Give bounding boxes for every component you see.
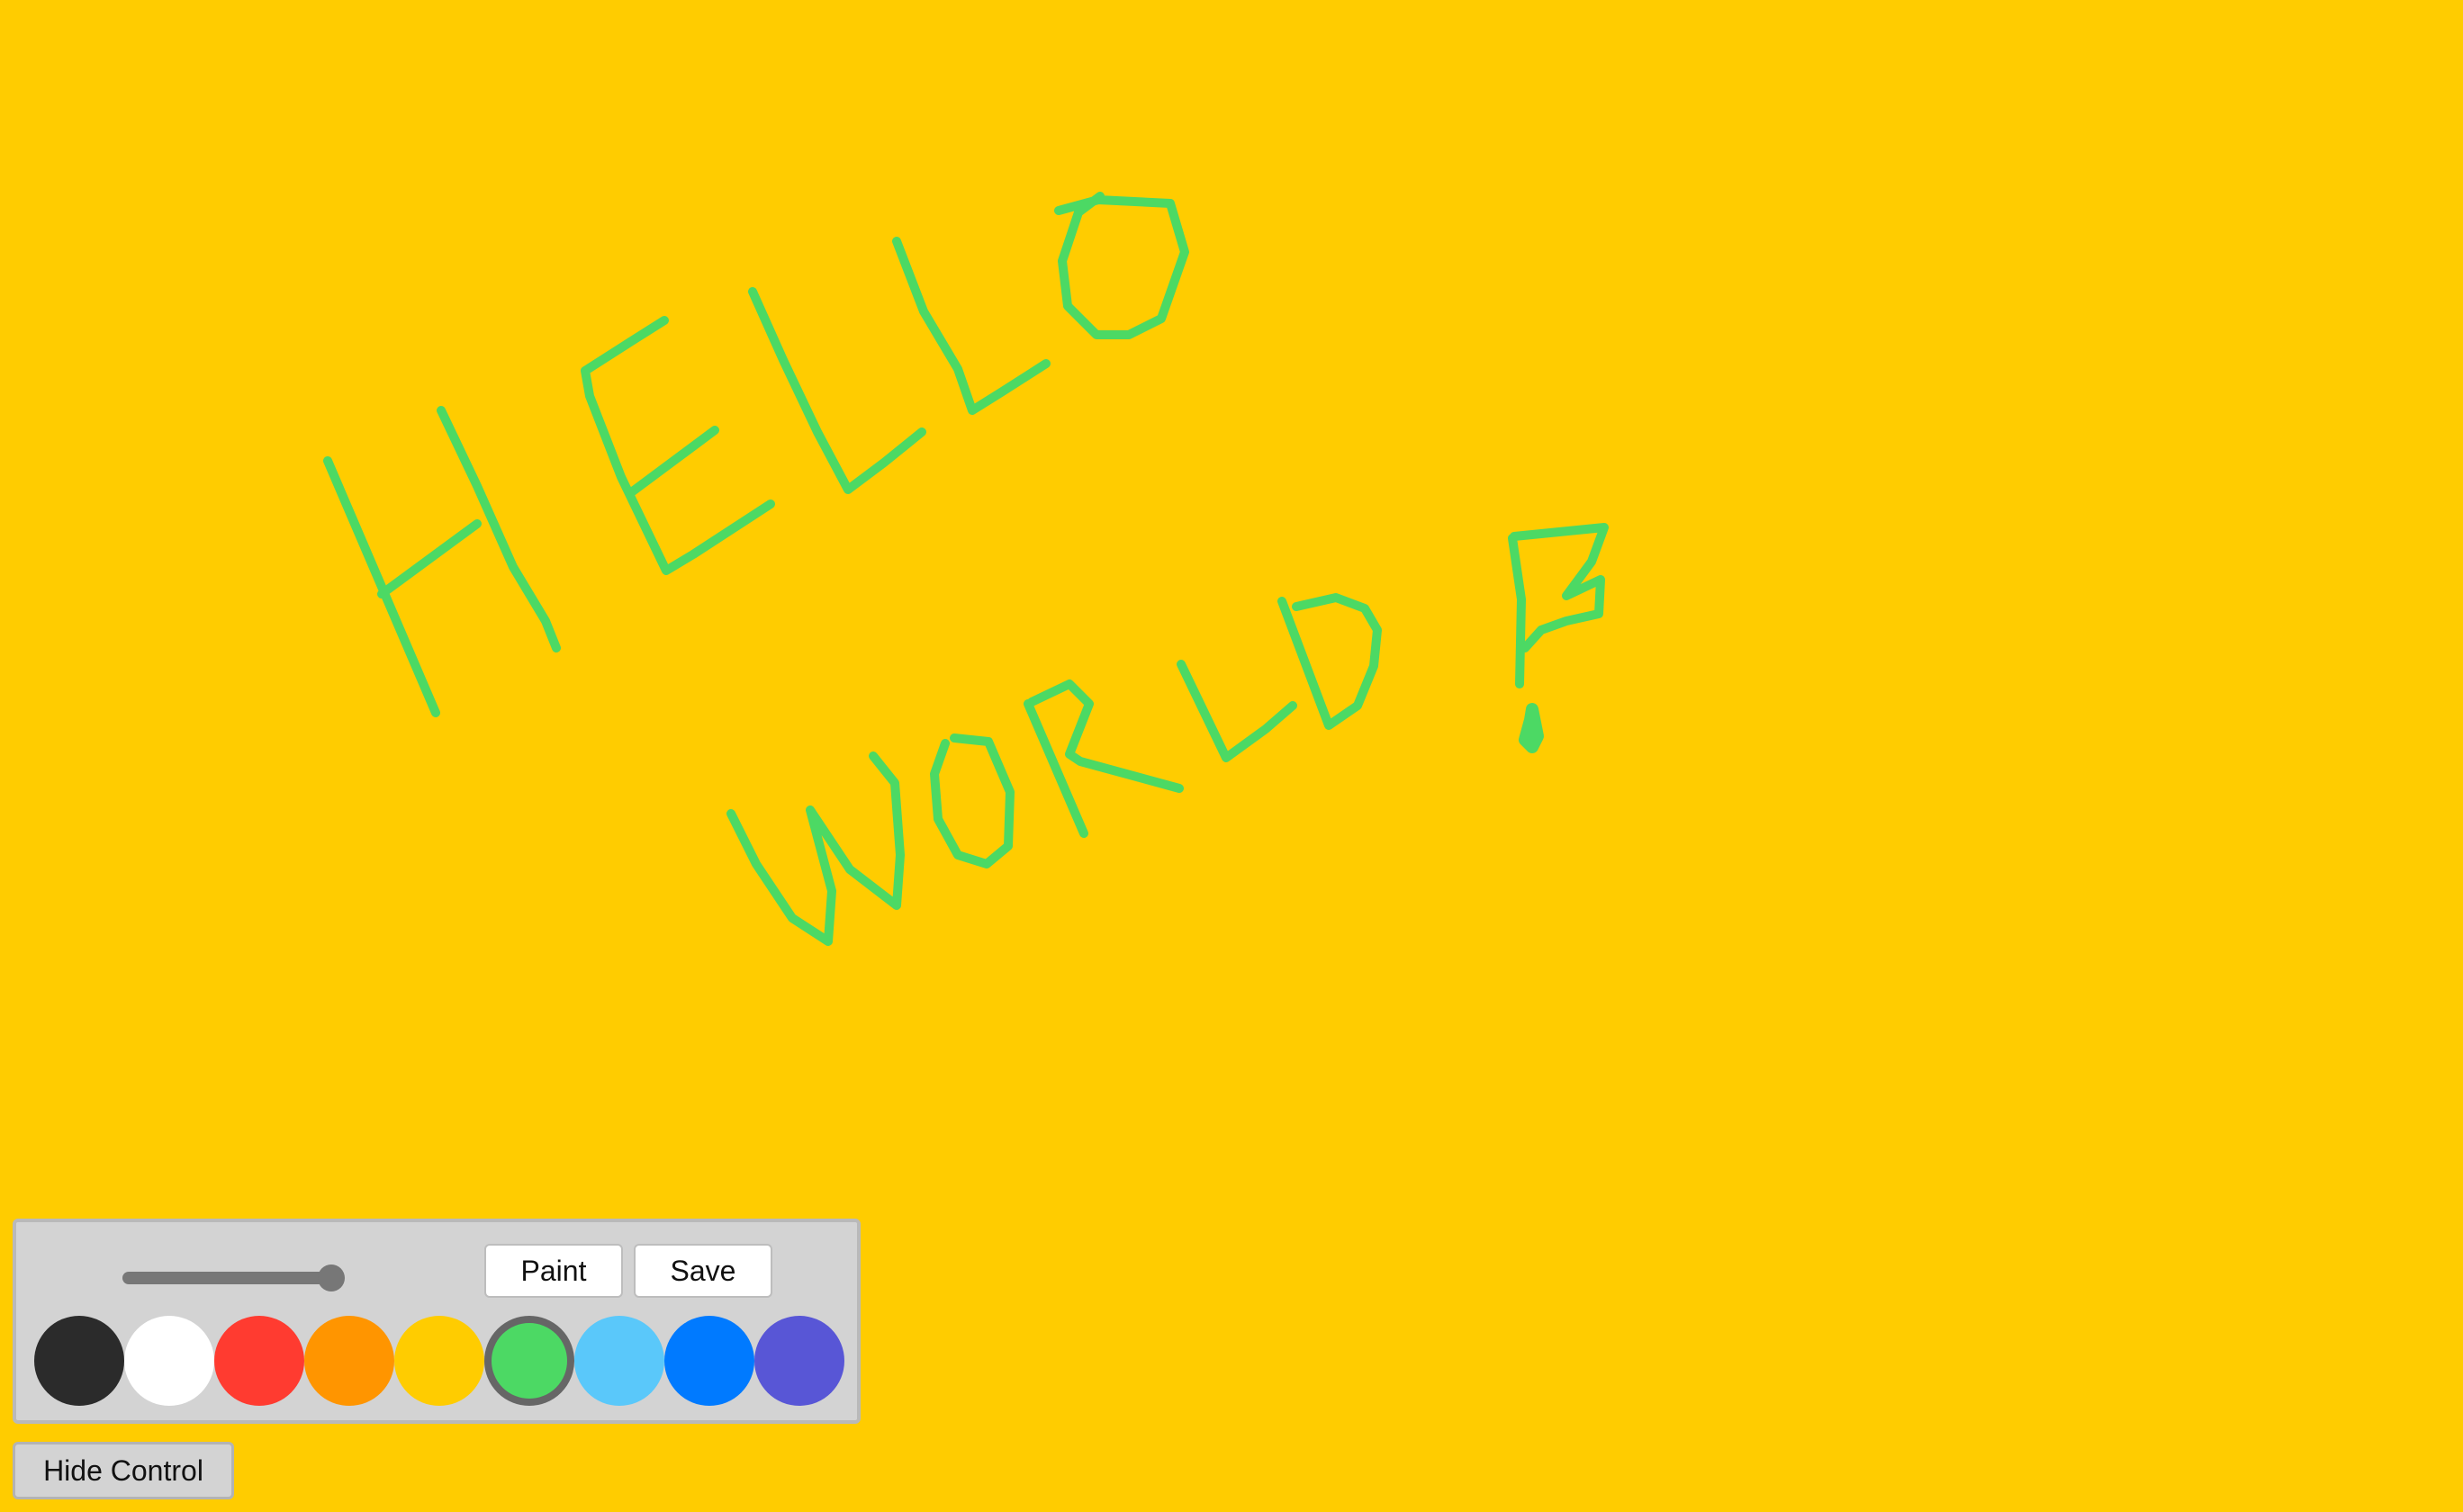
color-swatch-green[interactable]	[484, 1316, 574, 1406]
color-swatch-red[interactable]	[214, 1316, 304, 1406]
color-swatch-purple[interactable]	[754, 1316, 844, 1406]
hide-control-button[interactable]: Hide Control	[13, 1442, 234, 1499]
color-swatch-yellow[interactable]	[394, 1316, 484, 1406]
color-swatch-orange[interactable]	[304, 1316, 394, 1406]
slider-track[interactable]	[122, 1272, 331, 1284]
color-swatch-white[interactable]	[124, 1316, 214, 1406]
slider-thumb[interactable]	[318, 1264, 345, 1292]
color-palette	[34, 1316, 844, 1409]
color-swatch-black[interactable]	[34, 1316, 124, 1406]
color-swatch-blue[interactable]	[664, 1316, 754, 1406]
save-button[interactable]: Save	[634, 1244, 772, 1298]
brush-size-slider[interactable]	[106, 1260, 347, 1296]
stroke-exclamation-dot	[1519, 703, 1544, 753]
color-swatch-light-blue[interactable]	[574, 1316, 664, 1406]
control-panel: Paint Save	[13, 1219, 861, 1424]
paint-button[interactable]: Paint	[484, 1244, 623, 1298]
